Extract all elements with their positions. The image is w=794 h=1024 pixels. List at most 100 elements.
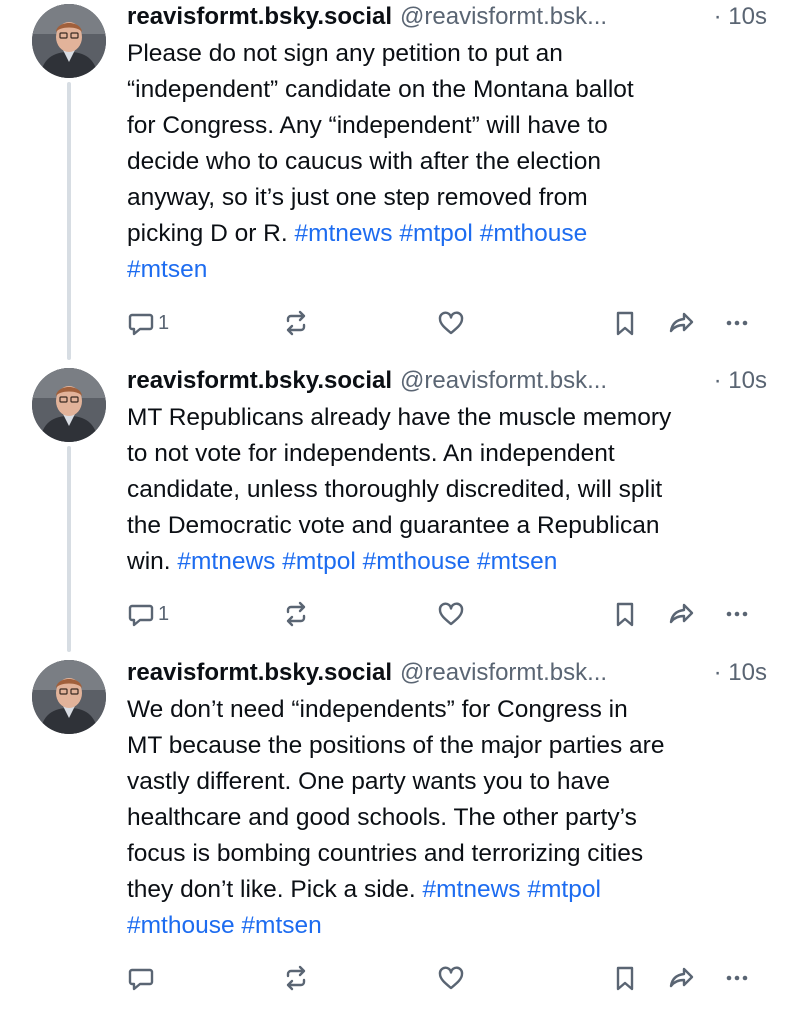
hashtag-link[interactable]: #mtpol bbox=[399, 220, 473, 247]
hashtag-link[interactable]: #mtsen bbox=[127, 256, 207, 283]
post[interactable]: reavisformt.bsky.social @reavisformt.bsk.… bbox=[0, 0, 794, 360]
text-fragment: they don’t like. Pick a side. bbox=[127, 876, 423, 903]
timestamp[interactable]: · 10s bbox=[714, 0, 767, 34]
repost-button[interactable] bbox=[282, 958, 310, 998]
repost-icon bbox=[286, 310, 306, 336]
hashtag-link[interactable]: #mthouse bbox=[480, 220, 588, 247]
post-header: reavisformt.bsky.social @reavisformt.bsk.… bbox=[127, 364, 767, 398]
repost-button[interactable] bbox=[282, 303, 310, 343]
thread: reavisformt.bsky.social @reavisformt.bsk.… bbox=[0, 0, 794, 1024]
display-name[interactable]: reavisformt.bsky.social bbox=[127, 3, 392, 30]
post-actions: 1 bbox=[127, 303, 767, 343]
bookmark-icon bbox=[616, 311, 634, 336]
avatar[interactable] bbox=[32, 660, 106, 734]
reply-button[interactable]: 1 bbox=[127, 594, 169, 634]
reply-count: 1 bbox=[158, 602, 170, 625]
text-line: #mtsen bbox=[127, 252, 777, 288]
thread-line bbox=[67, 82, 71, 360]
handle[interactable]: @reavisformt.bsk... bbox=[400, 367, 607, 394]
post-actions bbox=[127, 958, 767, 998]
share-icon bbox=[669, 603, 694, 624]
bookmark-button[interactable] bbox=[611, 303, 639, 343]
reply-icon bbox=[128, 604, 154, 627]
text-line: to not vote for independents. An indepen… bbox=[127, 440, 615, 467]
hashtag-link[interactable]: #mtpol bbox=[282, 548, 356, 575]
heart-icon bbox=[438, 966, 464, 990]
post-actions: 1 bbox=[127, 594, 767, 634]
text-line: win. #mtnews #mtpol #mthouse #mtsen bbox=[127, 544, 777, 580]
text-line: “independent” candidate on the Montana b… bbox=[127, 76, 634, 103]
text-line: We don’t need “independents” for Congres… bbox=[127, 696, 628, 723]
like-button[interactable] bbox=[437, 303, 465, 343]
more-icon bbox=[726, 320, 748, 326]
handle[interactable]: @reavisformt.bsk... bbox=[400, 659, 607, 686]
repost-icon bbox=[286, 965, 306, 991]
bookmark-button[interactable] bbox=[611, 594, 639, 634]
post[interactable]: reavisformt.bsky.social @reavisformt.bsk.… bbox=[0, 364, 794, 652]
bookmark-icon bbox=[616, 966, 634, 991]
timestamp[interactable]: · 10s bbox=[714, 656, 767, 690]
reply-count: 1 bbox=[158, 311, 170, 334]
reply-icon bbox=[128, 313, 154, 336]
text-line: vastly different. One party wants you to… bbox=[127, 768, 611, 795]
thread-line bbox=[67, 446, 71, 652]
post-text: MT Republicans already have the muscle m… bbox=[127, 400, 777, 580]
more-options-button[interactable] bbox=[723, 303, 751, 343]
avatar[interactable] bbox=[32, 4, 106, 78]
hashtag-link[interactable]: #mtpol bbox=[527, 876, 601, 903]
text-line: picking D or R. #mtnews #mtpol #mthouse bbox=[127, 216, 777, 252]
share-button[interactable] bbox=[667, 594, 695, 634]
text-line: MT because the positions of the major pa… bbox=[127, 732, 665, 759]
handle[interactable]: @reavisformt.bsk... bbox=[400, 3, 607, 30]
post-header: reavisformt.bsky.social @reavisformt.bsk.… bbox=[127, 656, 767, 690]
display-name[interactable]: reavisformt.bsky.social bbox=[127, 367, 392, 394]
reply-button[interactable]: 1 bbox=[127, 303, 169, 343]
avatar-image bbox=[32, 368, 106, 442]
hashtag-link[interactable]: #mtnews bbox=[423, 876, 521, 903]
avatar-image bbox=[32, 4, 106, 78]
text-fragment: win. bbox=[127, 548, 178, 575]
share-icon bbox=[669, 312, 694, 333]
bookmark-icon bbox=[616, 602, 634, 627]
heart-icon bbox=[438, 602, 464, 626]
text-line: healthcare and good schools. The other p… bbox=[127, 804, 637, 831]
text-line: focus is bombing countries and terrorizi… bbox=[127, 840, 644, 867]
hashtag-link[interactable]: #mtnews bbox=[177, 548, 275, 575]
post-text: We don’t need “independents” for Congres… bbox=[127, 692, 777, 944]
reply-button[interactable] bbox=[127, 958, 158, 998]
reply-icon bbox=[128, 968, 154, 991]
more-icon bbox=[726, 975, 748, 981]
bookmark-button[interactable] bbox=[611, 958, 639, 998]
more-options-button[interactable] bbox=[723, 958, 751, 998]
text-line: anyway, so it’s just one step removed fr… bbox=[127, 184, 588, 211]
text-line: candidate, unless thoroughly discredited… bbox=[127, 476, 663, 503]
avatar[interactable] bbox=[32, 368, 106, 442]
more-icon bbox=[726, 611, 748, 617]
share-button[interactable] bbox=[667, 958, 695, 998]
text-line: decide who to caucus with after the elec… bbox=[127, 148, 601, 175]
post-text: Please do not sign any petition to put a… bbox=[127, 36, 777, 288]
avatar-image bbox=[32, 660, 106, 734]
heart-icon bbox=[438, 311, 464, 335]
hashtag-link[interactable]: #mthouse bbox=[127, 912, 235, 939]
more-options-button[interactable] bbox=[723, 594, 751, 634]
repost-button[interactable] bbox=[282, 594, 310, 634]
share-icon bbox=[669, 967, 694, 988]
share-button[interactable] bbox=[667, 303, 695, 343]
post-header: reavisformt.bsky.social @reavisformt.bsk.… bbox=[127, 0, 767, 34]
like-button[interactable] bbox=[437, 594, 465, 634]
text-line: Please do not sign any petition to put a… bbox=[127, 40, 563, 67]
timestamp[interactable]: · 10s bbox=[714, 364, 767, 398]
repost-icon bbox=[286, 601, 306, 627]
text-fragment: picking D or R. bbox=[127, 220, 295, 247]
like-button[interactable] bbox=[437, 958, 465, 998]
hashtag-link[interactable]: #mtsen bbox=[477, 548, 557, 575]
text-line: for Congress. Any “independent” will hav… bbox=[127, 112, 608, 139]
hashtag-link[interactable]: #mtsen bbox=[241, 912, 321, 939]
text-line: the Democratic vote and guarantee a Repu… bbox=[127, 512, 660, 539]
hashtag-link[interactable]: #mtnews bbox=[294, 220, 392, 247]
text-line: MT Republicans already have the muscle m… bbox=[127, 404, 672, 431]
display-name[interactable]: reavisformt.bsky.social bbox=[127, 659, 392, 686]
hashtag-link[interactable]: #mthouse bbox=[363, 548, 471, 575]
post[interactable]: reavisformt.bsky.social @reavisformt.bsk.… bbox=[0, 656, 794, 1024]
